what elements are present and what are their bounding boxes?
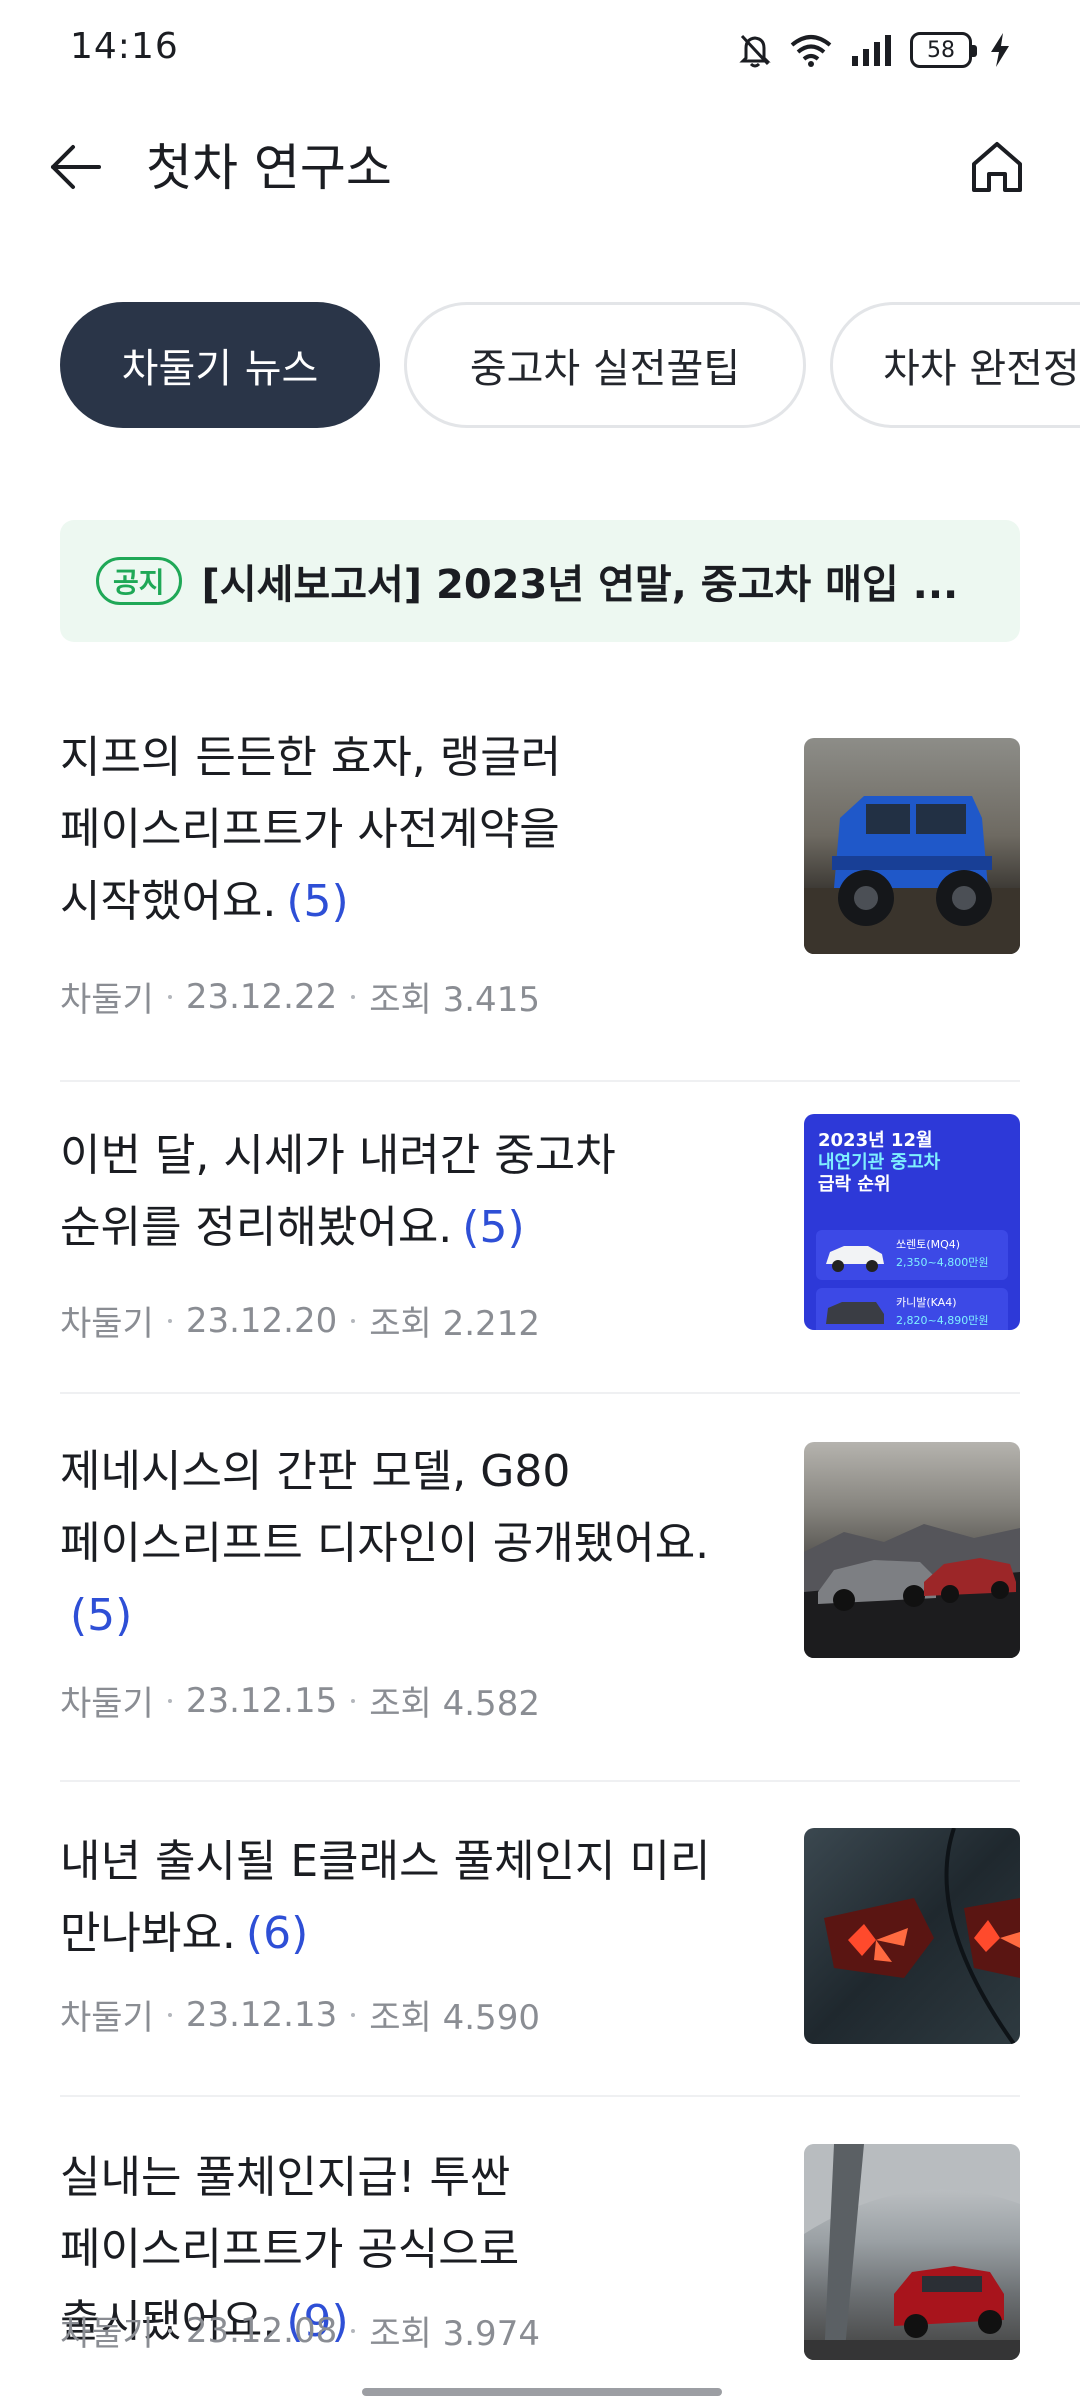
battery-level: 58 [927, 37, 955, 63]
article-title-text: 이번 달, 시세가 내려간 중고차 순위를 정리해봤어요. [60, 1130, 616, 1253]
article-item[interactable]: 제네시스의 간판 모델, G80 페이스리프트 디자인이 공개됐어요. (5) 차… [60, 1436, 1020, 1736]
article-meta: 차둘기 23.12.08 조회 3.974 [60, 2306, 540, 2355]
article-date: 23.12.22 [185, 976, 338, 1017]
thumb-card-2: 카니발(KA4) 2,820~4,890만원 [816, 1288, 1008, 1330]
article-thumbnail: 2023년 12월 내연기관 중고차 급락 순위 쏘렌토(MQ4) 2,350~… [804, 1114, 1020, 1330]
article-title: 지프의 든든한 효자, 랭글러 페이스리프트가 사전계약을 시작했어요. (5) [60, 722, 720, 938]
separator-dot [167, 1698, 172, 1703]
article-meta: 차둘기 23.12.22 조회 3.415 [60, 972, 540, 1021]
thumb-item-2: 카니발(KA4) [896, 1296, 957, 1309]
thumb-item-1: 쏘렌토(MQ4) [896, 1238, 961, 1251]
thumb-heading: 2023년 12월 내연기관 중고차 급락 순위 [818, 1130, 940, 1196]
notice-badge: 공지 [96, 557, 182, 605]
divider [60, 1780, 1020, 1782]
mute-bell-icon [739, 34, 771, 68]
separator-dot [351, 1318, 356, 1323]
tucson-image [804, 2144, 1020, 2360]
separator-dot [167, 994, 172, 999]
article-author: 차둘기 [60, 2314, 154, 2354]
home-indicator[interactable] [362, 2388, 722, 2396]
article-title: 이번 달, 시세가 내려간 중고차 순위를 정리해봤어요. (5) [60, 1120, 720, 1264]
jeep-image [804, 796, 1020, 954]
thumb-line-3: 급락 순위 [818, 1174, 891, 1195]
article-date: 23.12.20 [185, 1300, 338, 1341]
article-meta: 차둘기 23.12.15 조회 4.582 [60, 1676, 540, 1725]
article-item[interactable]: 내년 출시될 E클래스 풀체인지 미리 만나봐요. (6) 차둘기 23.12.13… [60, 1826, 1020, 2066]
tab-used-car-tips[interactable]: 중고차 실전꿀팁 [404, 302, 806, 428]
status-time: 14:16 [70, 26, 179, 67]
app-header: 첫차 연구소 [0, 110, 1080, 230]
status-icons: 58 [738, 28, 1010, 72]
car-icon [826, 1246, 884, 1272]
tab-chacha[interactable]: 차차 완전정 [830, 302, 1080, 428]
article-author: 차둘기 [60, 1998, 154, 2038]
article-views: 조회 4.582 [369, 1684, 540, 1724]
comment-count: (5) [70, 1590, 133, 1641]
tab-chadulgi-news[interactable]: 차둘기 뉴스 [60, 302, 380, 428]
article-author: 차둘기 [60, 1304, 154, 1344]
eclass-taillight-image [824, 1828, 1020, 2044]
article-thumbnail [804, 738, 1020, 954]
separator-dot [167, 1318, 172, 1323]
article-meta: 차둘기 23.12.13 조회 4.590 [60, 1990, 540, 2039]
comment-count: (6) [245, 1908, 309, 1959]
separator-dot [351, 2328, 356, 2333]
page-title: 첫차 연구소 [146, 139, 392, 197]
article-views: 조회 2.212 [369, 1304, 540, 1344]
separator-dot [167, 2012, 172, 2017]
article-item[interactable]: 실내는 풀체인지급! 투싼 페이스리프트가 공식으로 출시됐어요. (9) 차둘기… [60, 2142, 1020, 2382]
thumb-item-1-price: 2,350~4,800만원 [896, 1256, 989, 1269]
article-title-text: 제네시스의 간판 모델, G80 페이스리프트 디자인이 공개됐어요. [60, 1446, 710, 1569]
separator-dot [351, 1698, 356, 1703]
category-tabs: 차둘기 뉴스 중고차 실전꿀팁 차차 완전정 [0, 302, 1080, 430]
article-author: 차둘기 [60, 1684, 154, 1724]
article-item[interactable]: 지프의 든든한 효자, 랭글러 페이스리프트가 사전계약을 시작했어요. (5) … [60, 722, 1020, 1022]
article-views: 조회 3.974 [369, 2314, 540, 2354]
article-thumbnail [804, 2144, 1020, 2360]
article-thumbnail [804, 1442, 1020, 1658]
back-button[interactable] [40, 132, 110, 202]
article-date: 23.12.15 [185, 1680, 338, 1721]
thumb-card-1: 쏘렌토(MQ4) 2,350~4,800만원 [816, 1230, 1008, 1280]
article-thumbnail [804, 1828, 1020, 2044]
wifi-icon [790, 35, 832, 67]
car-icon [826, 1302, 884, 1324]
article-title-text: 내년 출시될 E클래스 풀체인지 미리 만나봐요. [60, 1836, 711, 1959]
article-date: 23.12.08 [185, 2310, 338, 2351]
home-icon [972, 142, 1022, 192]
article-author: 차둘기 [60, 980, 154, 1020]
notice-banner[interactable]: 공지 [시세보고서] 2023년 연말, 중고차 매입 ... [60, 520, 1020, 642]
home-button[interactable] [962, 132, 1032, 202]
divider [60, 1080, 1020, 1082]
article-views: 조회 3.415 [369, 980, 540, 1020]
article-meta: 차둘기 23.12.20 조회 2.212 [60, 1296, 540, 1345]
separator-dot [351, 994, 356, 999]
article-item[interactable]: 이번 달, 시세가 내려간 중고차 순위를 정리해봤어요. (5) 차둘기 23.1… [60, 1114, 1020, 1360]
separator-dot [351, 2012, 356, 2017]
comment-count: (5) [286, 876, 349, 927]
article-title: 내년 출시될 E클래스 풀체인지 미리 만나봐요. (6) [60, 1826, 720, 1970]
article-views: 조회 4.590 [369, 1998, 540, 2038]
comment-count: (5) [462, 1202, 525, 1253]
thumb-line-1: 2023년 12월 [818, 1130, 933, 1151]
separator-dot [167, 2328, 172, 2333]
charging-bolt-icon [991, 33, 1009, 67]
status-bar: 14:16 58 [0, 0, 1080, 100]
divider [60, 1392, 1020, 1394]
g80-image [804, 1524, 1020, 1658]
arrow-left-icon [51, 145, 101, 189]
divider [60, 2095, 1020, 2097]
thumb-line-2: 내연기관 중고차 [818, 1152, 941, 1173]
thumb-item-2-price: 2,820~4,890만원 [896, 1314, 989, 1327]
notice-text: [시세보고서] 2023년 연말, 중고차 매입 ... [201, 562, 959, 608]
battery-icon: 58 [910, 32, 977, 68]
signal-icon [852, 35, 891, 66]
article-title: 제네시스의 간판 모델, G80 페이스리프트 디자인이 공개됐어요. (5) [60, 1436, 720, 1652]
article-date: 23.12.13 [185, 1994, 338, 2035]
